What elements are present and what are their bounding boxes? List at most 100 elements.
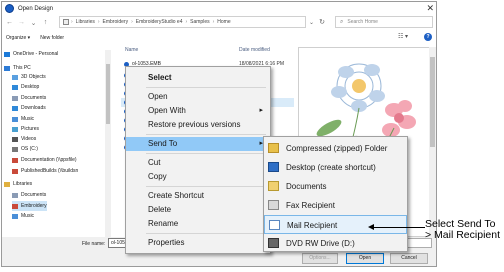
nav-item[interactable]: Videos [12,134,36,144]
refresh-icon[interactable]: ↻ [317,16,327,28]
pictures-icon [12,126,18,132]
menu-item-label: Create Shortcut [148,191,205,200]
menu-separator [146,186,266,187]
menu-item-open[interactable]: Open [126,90,270,104]
scroll-thumb[interactable] [430,57,435,147]
nav-item-label: 3D Objects [21,74,46,80]
breadcrumb-item[interactable]: Home [217,19,230,25]
nav-item[interactable]: Documents [12,93,46,103]
nav-item[interactable]: OneDrive - Personal [4,49,58,59]
navigation-scrollbar[interactable] [105,50,111,250]
nav-item[interactable]: Documentation (\\ppsfile) [12,155,77,165]
scroll-thumb[interactable] [106,64,110,124]
callout-arrowhead [368,224,374,230]
window-title: Open Design [18,5,54,12]
nav-item[interactable]: Documents [12,190,46,200]
options-button[interactable]: Options... [302,253,338,264]
submenu-item-label: Mail Recipient [287,221,338,230]
preview-scrollbar[interactable] [429,47,436,237]
callout-line [373,227,425,228]
menu-item-copy[interactable]: Copy [126,170,270,184]
menu-item-restore-previous-versions[interactable]: Restore previous versions [126,118,270,132]
menu-separator [146,153,266,154]
back-arrow-icon[interactable]: ← [5,19,14,26]
recent-chevron-icon[interactable]: ⌄ [29,19,38,27]
document-icon [268,181,279,191]
submenu-item-desktop-create-shortcut[interactable]: Desktop (create shortcut) [264,158,407,177]
menu-item-select[interactable]: Select [126,71,270,85]
callout-annotation: Select Send To > Mail Recipient [425,218,500,241]
organize-button[interactable]: Organize ▾ [6,35,30,41]
menu-separator [146,134,266,135]
menu-item-rename[interactable]: Rename [126,217,270,231]
nav-item-label: This PC [13,65,31,71]
nav-item[interactable]: Pictures [12,124,39,134]
breadcrumb-item[interactable]: EmbroideryStudio e4 [136,19,183,25]
breadcrumb-separator: › [131,19,133,25]
forward-arrow-icon[interactable]: → [17,19,26,26]
menu-separator [146,233,266,234]
new-folder-button[interactable]: New folder [40,35,64,41]
menu-item-properties[interactable]: Properties [126,236,270,250]
nav-item-label: Pictures [21,126,40,132]
breadcrumb-separator: › [185,19,188,25]
breadcrumb-item[interactable]: Samples [190,19,209,25]
submenu-arrow-icon: ▸ [259,107,263,114]
submenu-item-mail-recipient[interactable]: Mail Recipient [264,215,407,234]
column-header-date[interactable]: Date modified [239,47,270,53]
breadcrumb-separator: › [212,19,215,25]
context-menu: Select Open Open With ▸ Restore previous ver… [125,66,271,254]
breadcrumb-item[interactable]: Embroidery [103,19,129,25]
breadcrumb-separator: › [97,19,100,25]
search-box[interactable]: ⌕ Search Home [335,16,433,28]
menu-item-label: Properties [148,238,185,247]
desktop-icon [12,84,18,90]
submenu-item-documents[interactable]: Documents [264,177,407,196]
nav-item-label: Documents [21,95,47,101]
search-placeholder: Search Home [347,19,378,25]
nav-item-label: Embroidery [21,203,47,209]
nav-item-label: Desktop [21,84,40,90]
menu-item-create-shortcut[interactable]: Create Shortcut [126,189,270,203]
document-icon [12,192,18,198]
nav-item[interactable]: Desktop [12,82,39,92]
close-icon[interactable]: ✕ [426,3,434,14]
cancel-button[interactable]: Cancel [390,253,428,264]
nav-item[interactable]: Libraries [4,179,32,189]
menu-item-send-to[interactable]: Send To ▸ [126,137,270,151]
nav-item[interactable]: Embroidery [12,201,47,211]
menu-item-open-with[interactable]: Open With ▸ [126,104,270,118]
view-options-icon[interactable]: ☷ ▾ [398,33,408,40]
nav-item-label: Downloads [21,105,46,111]
up-arrow-icon[interactable]: ↑ [41,19,50,26]
nav-item-label: PublishedBuilds (\\buildsn [21,168,79,174]
nav-item[interactable]: Downloads [12,103,46,113]
menu-item-delete[interactable]: Delete [126,203,270,217]
breadcrumb-item[interactable]: Libraries [76,19,95,25]
address-bar[interactable]: › Libraries › Embroidery › EmbroideryStudio e… [59,16,306,28]
submenu-item-dvd-rw-drive-d[interactable]: DVD RW Drive (D:) [264,234,407,253]
nav-item[interactable]: OS (C:) [12,144,38,154]
menu-item-cut[interactable]: Cut [126,156,270,170]
network-drive-icon [12,168,18,174]
open-button[interactable]: Open [346,253,384,264]
menu-item-label: Copy [148,172,167,181]
onedrive-icon [4,51,10,57]
libraries-icon [4,181,10,187]
menu-item-label: Send To [148,139,178,148]
column-header-name[interactable]: Name [125,47,138,53]
address-dropdown-icon[interactable]: ⌄ [307,16,316,28]
nav-item[interactable]: 3D Objects [12,72,46,82]
nav-item[interactable]: Music [12,211,34,221]
submenu-item-compressed-zipped-folder[interactable]: Compressed (zipped) Folder [264,139,407,158]
file-name-label: File name: [82,241,106,247]
menu-item-label: Open [148,92,168,101]
navigation-bar: ← → ⌄ ↑ › Libraries › Embroidery › Embroidery… [2,16,436,29]
nav-item[interactable]: Music [12,114,34,124]
music-icon [12,116,18,122]
menu-item-label: Cut [148,158,161,167]
submenu-item-fax-recipient[interactable]: Fax Recipient [264,196,407,215]
nav-item[interactable]: PublishedBuilds (\\buildsn [12,166,78,176]
document-icon [12,95,18,101]
help-icon[interactable]: ? [424,33,432,41]
